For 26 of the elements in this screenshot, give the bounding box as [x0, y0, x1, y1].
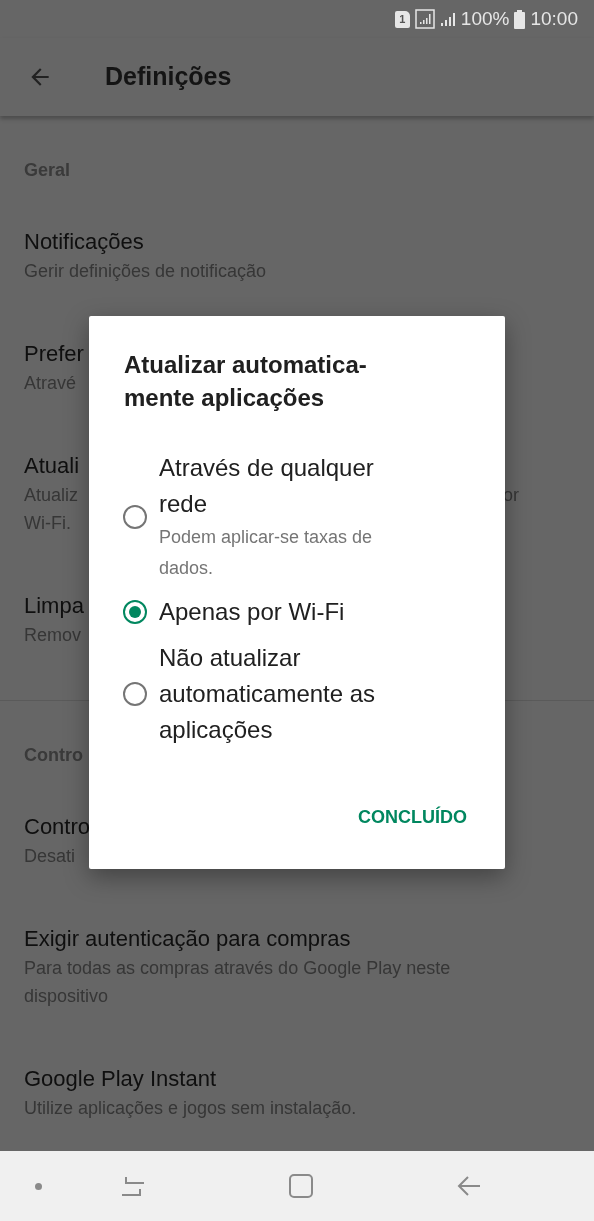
recent-apps-icon[interactable] [120, 1175, 146, 1197]
screen-title: Definições [105, 61, 232, 93]
radio-button[interactable] [123, 600, 147, 624]
battery-icon [514, 9, 526, 29]
signal-icon [414, 9, 435, 29]
setting-title[interactable]: Prefer [24, 339, 84, 369]
option-label[interactable]: Apenas por Wi-Fi [159, 594, 409, 630]
dialog-title: Atualizar automatica- mente aplicações [124, 350, 368, 413]
sim-card-icon: 1 [394, 10, 410, 28]
battery-level: 100% [460, 6, 510, 31]
setting-title[interactable]: Notificações [24, 227, 144, 257]
home-icon[interactable] [288, 1173, 314, 1199]
radio-button[interactable] [123, 682, 147, 706]
setting-title[interactable]: Contro [24, 812, 91, 842]
signal-icon [439, 11, 456, 27]
option-label[interactable]: Não atualizar automaticamente as aplicações [159, 640, 409, 748]
clock: 10:00 [530, 6, 578, 31]
back-icon[interactable] [456, 1174, 482, 1198]
option-description: Podem aplicar-se taxas de dados. [159, 526, 374, 580]
done-button[interactable]: CONCLUÍDO [356, 796, 469, 839]
setting-title[interactable]: Limpa [24, 591, 84, 621]
radio-button[interactable] [123, 505, 147, 529]
option-label[interactable]: Através de qualquer rede [159, 450, 409, 522]
setting-title[interactable]: Atuali [24, 451, 80, 481]
setting-title[interactable]: Google Play Instant [24, 1064, 216, 1094]
setting-title[interactable]: Exigir autenticação para compras [24, 924, 351, 954]
